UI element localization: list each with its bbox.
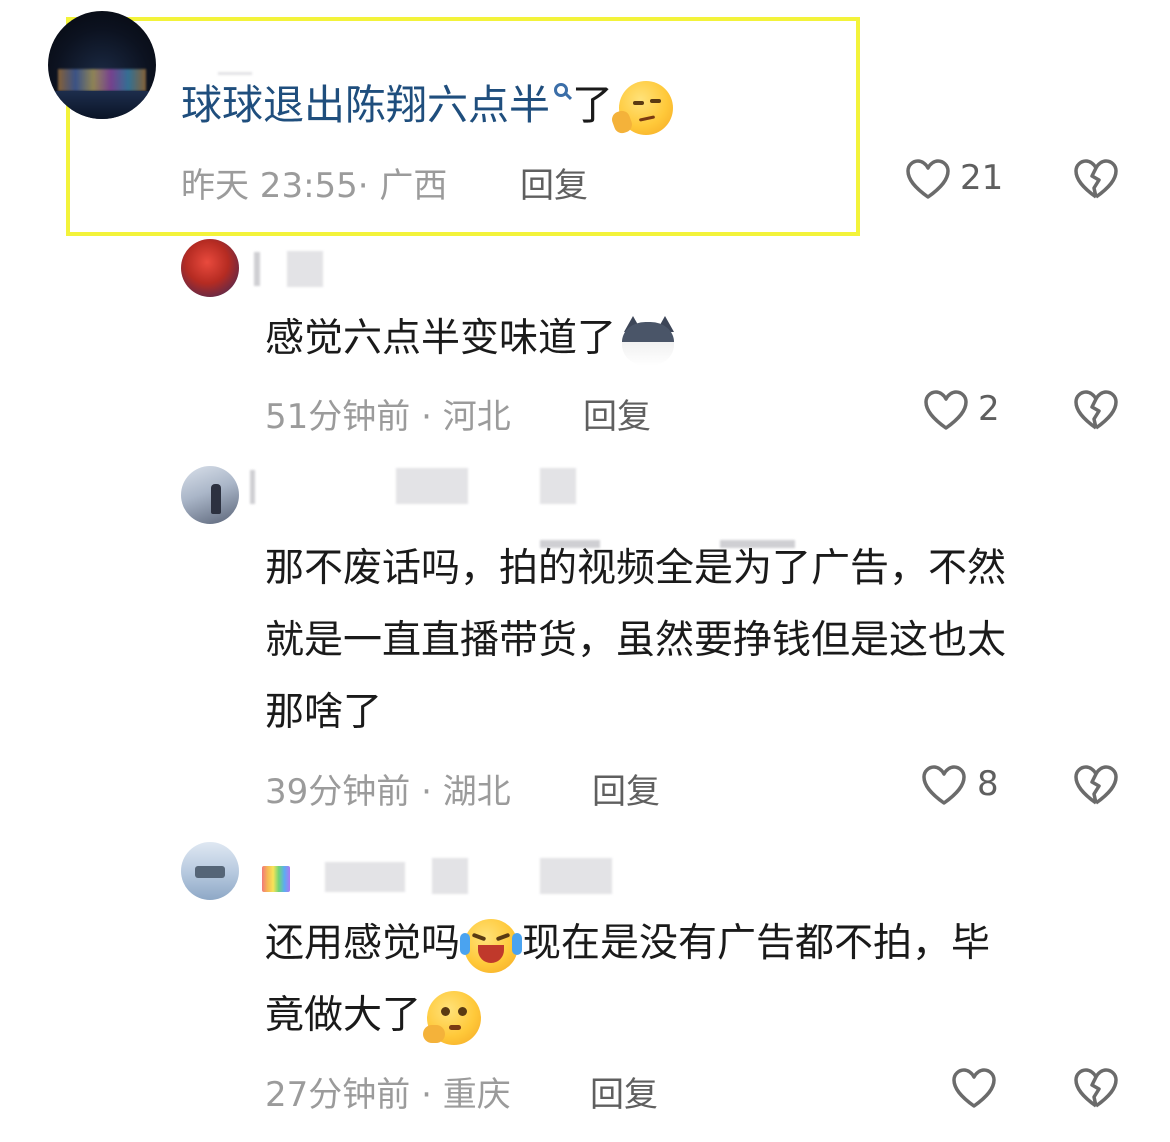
comment-meta: 39分钟前 · 湖北	[265, 764, 511, 813]
comment-body: 现在是没有广告都不拍，毕	[522, 921, 991, 966]
username-blurred[interactable]	[287, 251, 323, 287]
comment-text-tail: 了	[572, 81, 613, 129]
comment-line: 就是一直直播带货，虽然要挣钱但是这也太	[265, 618, 1007, 663]
username-blurred[interactable]	[254, 252, 260, 286]
thinking-emoji	[423, 990, 482, 1045]
timestamp: 27分钟前	[265, 1075, 411, 1115]
like-heart-icon[interactable]	[904, 157, 952, 201]
comment-line: 竟做大了	[265, 980, 1115, 1052]
ip-region: 广西	[379, 166, 448, 206]
separator: ·	[421, 397, 432, 437]
username-blurred[interactable]	[432, 858, 468, 894]
smirk-emoji	[609, 81, 673, 136]
username-blurred[interactable]	[540, 858, 612, 894]
like-count: 8	[977, 764, 999, 804]
dislike-broken-heart-icon[interactable]	[1072, 763, 1120, 807]
search-keyword-link[interactable]: 球球退出陈翔六点半	[181, 81, 550, 129]
avatar[interactable]	[48, 11, 156, 119]
like-heart-icon[interactable]	[920, 763, 968, 807]
reply-button[interactable]: 回复	[520, 158, 588, 207]
search-icon[interactable]	[554, 83, 568, 97]
avatar-city-lights	[58, 69, 146, 91]
comment-meta: 昨天 23:55· 广西	[181, 158, 447, 207]
comment-line: 那啥了	[265, 690, 383, 735]
separator: ·	[357, 166, 369, 206]
timestamp: 51分钟前	[265, 397, 411, 437]
user-badge	[262, 866, 290, 892]
dislike-broken-heart-icon[interactable]	[1072, 1066, 1120, 1110]
comment-text: 那不废话吗，拍的视频全是为了广告，不然 就是一直直播带货，虽然要挣钱但是这也太 …	[265, 533, 1115, 749]
reply-button[interactable]: 回复	[583, 389, 651, 438]
comment-text: 球球退出陈翔六点半了	[181, 74, 673, 136]
separator: ·	[421, 772, 432, 812]
like-count: 2	[978, 389, 1000, 429]
username-blurred[interactable]	[396, 468, 468, 504]
laughing-crying-emoji	[460, 918, 523, 973]
avatar-water	[48, 91, 156, 119]
username-blurred[interactable]	[540, 468, 576, 504]
username-blurred[interactable]	[325, 862, 405, 892]
reply-button[interactable]: 回复	[590, 1067, 658, 1116]
ip-region: 湖北	[442, 772, 511, 812]
comment-text: 还用感觉吗 现在是没有广告都不拍，毕 竟做大了	[265, 908, 1115, 1052]
reply-button[interactable]: 回复	[592, 764, 660, 813]
comment-text: 感觉六点半变味道了	[265, 303, 1115, 375]
comment-body: 感觉六点半变味道了	[265, 316, 617, 361]
ip-region: 河北	[442, 397, 511, 437]
username-blurred[interactable]	[250, 470, 255, 504]
like-count: 21	[960, 158, 1004, 198]
comment-meta: 27分钟前 · 重庆	[265, 1067, 511, 1116]
timestamp: 39分钟前	[265, 772, 411, 812]
like-heart-icon[interactable]	[950, 1066, 998, 1110]
dislike-broken-heart-icon[interactable]	[1072, 388, 1120, 432]
avatar[interactable]	[181, 239, 239, 297]
comment-line: 那不废话吗，拍的视频全是为了广告，不然	[265, 546, 1007, 591]
like-heart-icon[interactable]	[922, 388, 970, 432]
timestamp: 昨天 23:55	[181, 166, 358, 206]
avatar[interactable]	[181, 842, 239, 900]
dislike-broken-heart-icon[interactable]	[1072, 157, 1120, 201]
avatar[interactable]	[181, 466, 239, 524]
ip-region: 重庆	[442, 1075, 511, 1115]
separator: ·	[421, 1075, 432, 1115]
comment-body: 竟做大了	[265, 993, 422, 1038]
comment-body: 还用感觉吗	[265, 921, 461, 966]
comment-line: 还用感觉吗 现在是没有广告都不拍，毕	[265, 908, 1115, 980]
comment-meta: 51分钟前 · 河北	[265, 389, 511, 438]
wolf-emoji	[620, 315, 676, 366]
